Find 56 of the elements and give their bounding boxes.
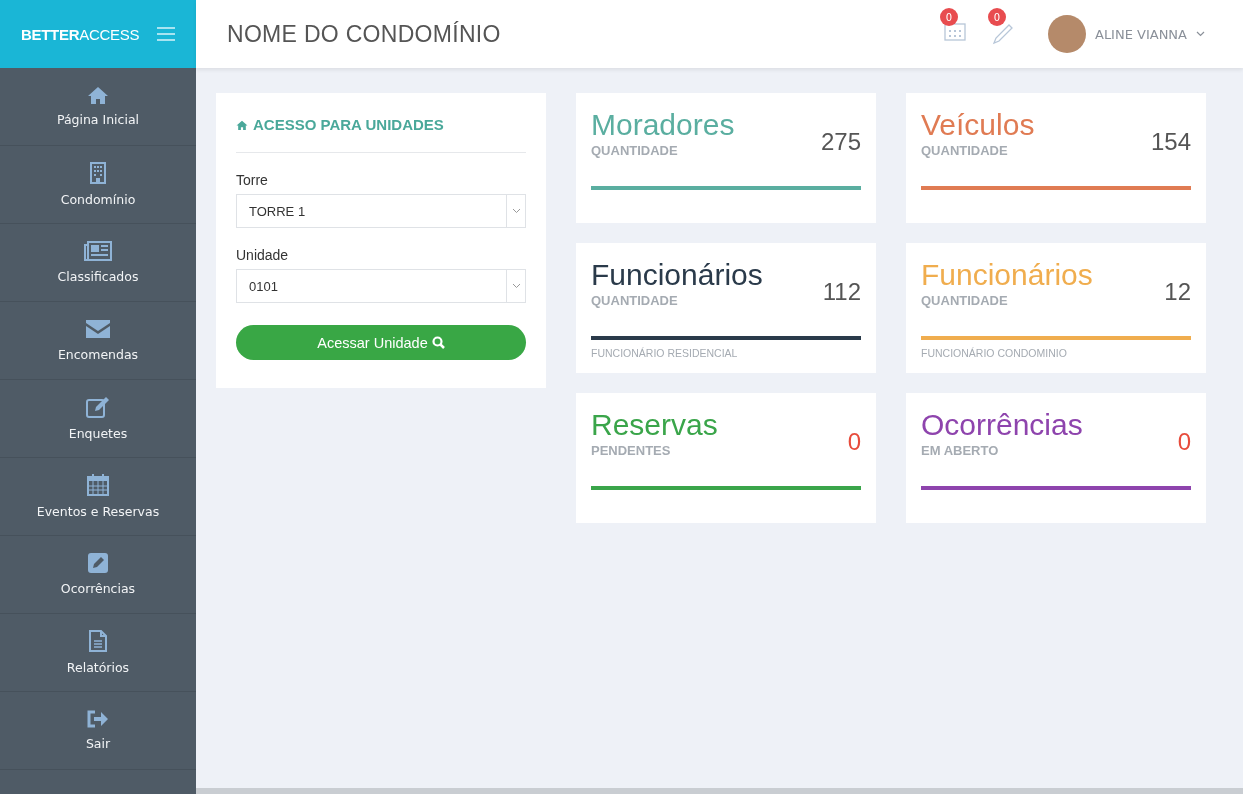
card-title: Ocorrências [921,407,1083,443]
edit-icon [86,396,110,418]
sign-out-icon [87,710,109,728]
card-subtitle: QUANTIDADE [591,143,679,158]
card-subtitle: QUANTIDADE [921,293,1009,308]
field-label: Torre [236,172,269,188]
notification-badge: 0 [988,8,1006,26]
user-avatar [1048,15,1086,53]
card-footer: FUNCIONÁRIO CONDOMINIO [921,347,1191,359]
card-title: Funcionários [591,257,763,293]
pencil-icon[interactable] [992,23,1014,45]
card-value: 12 [1164,278,1191,307]
card-title: Moradores [591,107,735,143]
card-subtitle: PENDENTES [591,443,672,458]
calendar-icon [87,474,109,496]
card-title: Reservas [591,407,718,443]
sidebar-item[interactable]: Ocorrências [0,536,196,614]
sidebar-item[interactable]: Classificados [0,224,196,302]
sidebar-item[interactable]: Enquetes [0,380,196,458]
chevron-down-icon [1196,31,1205,37]
home-icon [87,86,109,104]
card-footer: FUNCIONÁRIO RESIDENCIAL [591,347,861,359]
card-value: 0 [1177,428,1191,457]
card-value: 0 [847,428,861,457]
card-title: Veículos [921,107,1035,143]
sidebar-item[interactable]: Condomínio [0,146,196,224]
field-label: Unidade [236,247,290,263]
newspaper-icon [84,241,112,261]
card-title: Funcionários [921,257,1093,293]
card-value: 112 [822,278,861,307]
chevron-down-icon [511,208,521,214]
select-field[interactable]: 0101 [236,269,526,303]
page-title: NOME DO CONDOMÍNIO [227,20,502,48]
pencil-square-icon [88,553,108,573]
brand-logo: BETTERACCESS [21,25,140,43]
sidebar-item[interactable]: Sair [0,692,196,770]
card-value: 154 [1150,128,1191,157]
sidebar-item[interactable]: Página Inicial [0,68,196,146]
search-icon [431,336,445,349]
card-subtitle: QUANTIDADE [591,293,679,308]
card-value: 275 [820,128,861,157]
calendar-icon[interactable] [944,23,966,41]
sidebar-item[interactable]: Relatórios [0,614,196,692]
home-icon [236,119,248,130]
user-menu[interactable]: ALINE VIANNA [1048,15,1205,53]
card-subtitle: EM ABERTO [921,443,1000,458]
sidebar-item[interactable]: Encomendas [0,302,196,380]
envelope-icon [85,319,111,339]
panel-title: ACESSO PARA UNIDADES [236,113,526,153]
building-icon [90,162,106,184]
document-icon [89,630,107,652]
select-field[interactable]: TORRE 1 [236,194,526,228]
notification-badge: 0 [940,8,958,26]
sidebar-item[interactable]: Eventos e Reservas [0,458,196,536]
card-subtitle: QUANTIDADE [921,143,1009,158]
chevron-down-icon [511,283,521,289]
